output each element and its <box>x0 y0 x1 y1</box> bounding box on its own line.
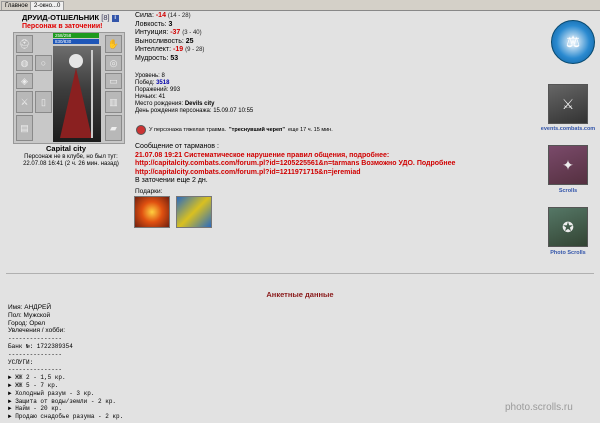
character-panel: ⛑ ◍ ◈ ⚔ ▤ ○ ▯ ✋ ◎ ▭ ▥ ▰ 258/258 830/830 <box>13 32 125 144</box>
mana-bar: 830/830 <box>53 39 99 44</box>
scrolls-banner-icon[interactable]: ✦ <box>548 145 588 185</box>
events-caption[interactable]: events.combats.com <box>538 126 598 132</box>
stats-block: Сила: -14 (14 - 28) Ловкость: 3 Интуиция:… <box>135 12 204 63</box>
wins-row: Побед: 3518 <box>135 80 170 86</box>
amulet-slot[interactable]: ◈ <box>16 73 33 89</box>
anket-service-line: УСЛУГИ: <box>8 358 34 366</box>
helmet-slot[interactable]: ⛑ <box>16 35 33 53</box>
trauma-prefix: У персонажа тяжелая травма. <box>149 127 227 133</box>
jail-remaining: В заточении еще 2 дн. <box>135 177 208 184</box>
message-line-1: 21.07.08 19:21 Систематическое нарушение… <box>135 151 390 159</box>
anket-service-line: Банк №: 1722389354 <box>8 342 73 350</box>
draws-row: Ничьих: 41 <box>135 94 166 100</box>
message-header: Сообщение от тарманов : <box>135 143 219 150</box>
character-name: ДРУИД-ОТШЕЛЬНИК [8] i <box>22 13 119 22</box>
losses-row: Поражений: 993 <box>135 87 181 93</box>
ring-slot[interactable]: ○ <box>35 55 52 71</box>
birthplace-row: Место рождения: Devils city <box>135 101 215 107</box>
city-name: Capital city <box>46 144 87 153</box>
trauma-icon <box>136 125 146 135</box>
watermark: photo.scrolls.ru <box>505 402 573 413</box>
belt-slot[interactable]: ▭ <box>105 73 122 89</box>
gift-box-icon[interactable] <box>176 196 212 228</box>
anket-service-line: ► Холодный разум - 3 кр. <box>8 389 95 397</box>
wins-link[interactable]: 3518 <box>156 80 169 86</box>
events-banner-icon[interactable]: ⚔ <box>548 84 588 124</box>
anket-service-line: --------------- <box>8 335 63 343</box>
stat-row: Интеллект: -19 (9 - 28) <box>135 46 205 53</box>
stat-row: Выносливость: 25 <box>135 37 194 45</box>
anket-line: Пол: Мужской <box>8 311 51 319</box>
scales-icon[interactable]: ⚖ <box>551 20 595 64</box>
photo-scrolls-banner-icon[interactable]: ✪ <box>548 207 588 247</box>
tab-bar: Главное 2-окно...0 <box>0 0 600 11</box>
anket-line: Имя: АНДРЕЙ <box>8 304 52 311</box>
club-line-2: 22.07.08 16:41 (2 ч. 26 мин. назад) <box>23 161 119 167</box>
gloves-slot[interactable]: ✋ <box>105 35 122 53</box>
armor-slot[interactable]: ▤ <box>16 115 33 141</box>
birthday-row: День рождения персонажа: 15.09.07 10:55 <box>135 108 254 114</box>
anket-service-line: ► Защита от воды/земли - 2 кр. <box>8 397 117 405</box>
level-row: Уровень: 8 <box>135 73 165 79</box>
leggings-slot[interactable]: ▥ <box>105 91 122 113</box>
bracer-slot[interactable]: ▯ <box>35 91 52 113</box>
jail-status: Персонаж в заточении! <box>22 23 103 30</box>
shield-slot[interactable]: ◎ <box>105 55 122 71</box>
boots-slot[interactable]: ▰ <box>105 115 122 141</box>
weapon-slot[interactable]: ⚔ <box>16 91 33 113</box>
anket-service-line: ► Найм - 20 кр. <box>8 405 63 413</box>
anket-line: Увлечения / хобби: <box>8 327 66 335</box>
stat-row: Ловкость: 3 <box>135 20 173 28</box>
anket-service-line: --------------- <box>8 350 63 358</box>
club-line-1: Персонаж не в клубе, но был тут: <box>24 154 118 160</box>
earring-slot[interactable]: ◍ <box>16 55 33 71</box>
stat-row: Интуиция: -37 (3 - 40) <box>135 29 202 36</box>
gifts-label: Подарки: <box>135 188 163 195</box>
scrolls-caption[interactable]: Scrolls <box>538 188 598 194</box>
stat-row: Мудрость: 53 <box>135 54 179 62</box>
tab-window-2[interactable]: 2-окно...0 <box>30 1 65 10</box>
message-link-2[interactable]: http://capitalcity.combats.com/forum.pl?… <box>135 169 535 178</box>
info-icon[interactable]: i <box>111 14 119 22</box>
character-level: [8] <box>101 13 110 22</box>
moderator-message: Сообщение от тарманов : 21.07.08 19:21 С… <box>135 143 535 186</box>
section-divider <box>6 273 594 274</box>
character-name-text: ДРУИД-ОТШЕЛЬНИК <box>22 13 100 22</box>
anket-block: Имя: АНДРЕЙ Пол: Мужской Город: Орел Увлече… <box>8 304 123 421</box>
club-info: Персонаж не в клубе, но был тут: 22.07.0… <box>12 154 130 168</box>
trauma-row: У персонажа тяжелая травма. "треснувший … <box>136 125 333 135</box>
anket-service-line: ► Продаю снадобье разума - 2 кр. <box>8 413 124 421</box>
anket-service-line: ► ЖЖ 5 - 7 кр. <box>8 381 59 389</box>
message-link-1[interactable]: http://capitalcity.combats.com/forum.pl?… <box>135 160 535 169</box>
trauma-suffix: еще 17 ч. 15 мин. <box>288 127 333 133</box>
photo-scrolls-caption[interactable]: Photo Scrolls <box>538 250 598 256</box>
anket-service-line: ► ЖЖ 2 - 1,5 кр. <box>8 374 66 382</box>
anket-title: Анкетные данные <box>266 290 334 299</box>
stat-row: Сила: -14 (14 - 28) <box>135 12 191 19</box>
character-avatar <box>53 46 101 142</box>
hp-bar: 258/258 <box>53 33 99 38</box>
anket-service-line: --------------- <box>8 366 63 374</box>
info-block: Уровень: 8 Побед: 3518 Поражений: 993 Ни… <box>135 73 253 115</box>
gift-fireworks-icon[interactable] <box>134 196 170 228</box>
trauma-name: "треснувший череп" <box>229 127 285 133</box>
tab-main[interactable]: Главное <box>1 1 32 10</box>
